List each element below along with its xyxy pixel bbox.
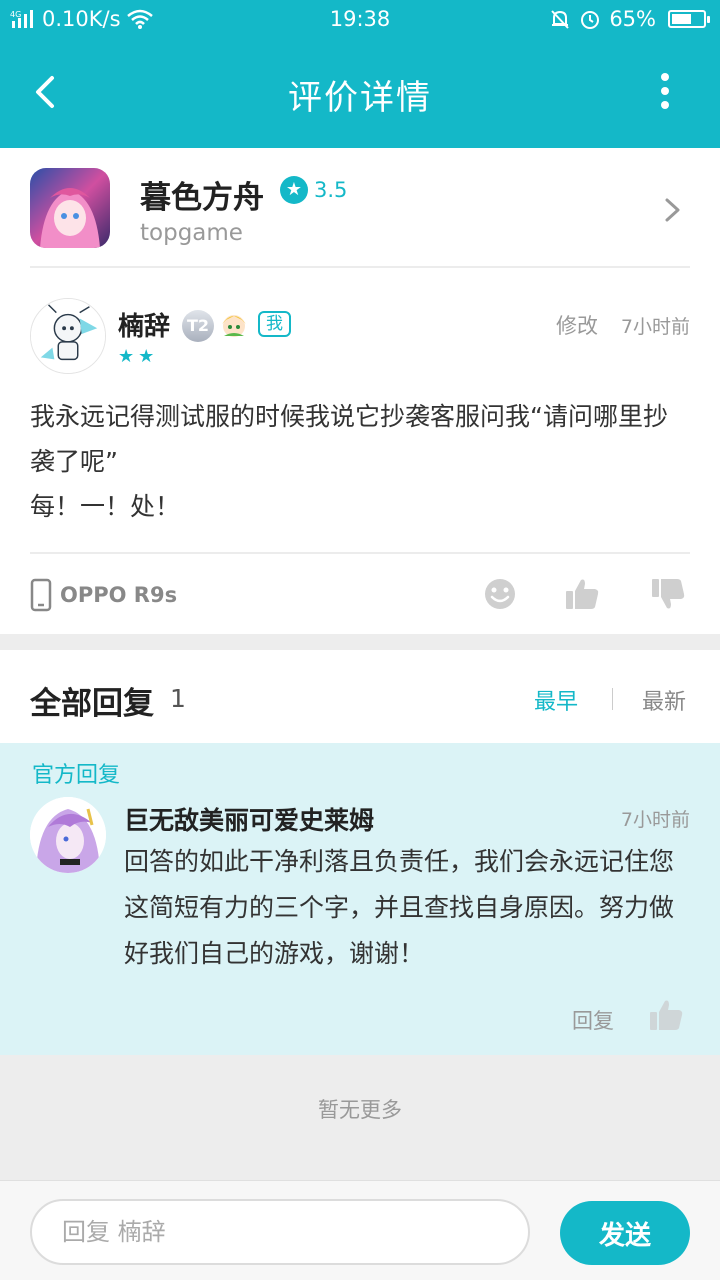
battery-percent: 65% xyxy=(609,7,656,31)
send-button[interactable]: 发送 xyxy=(560,1201,690,1265)
avatar[interactable] xyxy=(30,298,106,374)
me-badge: 我 xyxy=(258,311,291,337)
reply-input[interactable] xyxy=(30,1199,530,1265)
page-title: 评价详情 xyxy=(288,78,432,118)
status-bar: 4G 0.10K/s 19:38 65% xyxy=(0,0,720,40)
app-developer: topgame xyxy=(140,220,243,246)
review-body-line: 每！一！处！ xyxy=(30,492,181,521)
review-card: 暮色方舟 ★ 3.5 topgame 楠辞 T2 我 ★★ 修改 7小时前 我永… xyxy=(0,148,720,634)
app-name: 暮色方舟 xyxy=(140,180,264,216)
replies-count: 1 xyxy=(170,684,186,713)
chevron-right-icon xyxy=(665,198,680,222)
official-time: 7小时前 xyxy=(620,809,690,831)
alarm-icon xyxy=(581,11,600,29)
smiley-icon[interactable] xyxy=(480,574,520,614)
replies-title: 全部回复 xyxy=(30,686,154,722)
phone-icon xyxy=(30,578,52,612)
level-badge: T2 xyxy=(182,310,214,342)
star-icon: ★ xyxy=(280,176,308,204)
title-bar: 评价详情 xyxy=(0,40,720,148)
character-badge-icon xyxy=(222,315,246,337)
status-right: 65% xyxy=(549,7,710,31)
reply-button[interactable]: 回复 xyxy=(572,1005,614,1035)
edit-link[interactable]: 修改 xyxy=(556,310,598,340)
replies-section: 全部回复 1 最早 最新 官方回复 巨无敌美丽可爱史莱姆 7小时前 回答的如此干… xyxy=(0,650,720,1180)
review-body: 我永远记得测试服的时候我说它抄袭客服问我“请问哪里抄袭了呢” 每！一！处！ xyxy=(30,394,690,529)
thumbs-up-icon[interactable] xyxy=(562,574,602,614)
app-info-row[interactable]: 暮色方舟 ★ 3.5 topgame xyxy=(30,168,690,268)
official-name: 巨无敌美丽可爱史莱姆 xyxy=(124,806,375,835)
official-avatar[interactable] xyxy=(30,797,106,873)
review-time: 7小时前 xyxy=(620,316,690,338)
reviewer-name: 楠辞 xyxy=(118,312,171,342)
device-info: OPPO R9s xyxy=(30,578,177,612)
device-name: OPPO R9s xyxy=(60,583,178,607)
replies-header: 全部回复 1 最早 最新 xyxy=(0,650,720,743)
reply-bar: 发送 xyxy=(0,1180,720,1280)
sort-newest-tab[interactable]: 最新 xyxy=(642,684,686,716)
sort-earliest-tab[interactable]: 最早 xyxy=(534,684,578,716)
app-rating: ★ 3.5 xyxy=(280,176,347,204)
more-vertical-icon[interactable] xyxy=(640,66,690,116)
review-stars: ★★ xyxy=(118,346,159,367)
official-reply: 官方回复 巨无敌美丽可爱史莱姆 7小时前 回答的如此干净利落且负责任，我们会永远… xyxy=(0,743,720,1055)
bell-muted-icon xyxy=(551,10,570,29)
thumbs-up-icon[interactable] xyxy=(646,995,686,1035)
review-footer: OPPO R9s xyxy=(30,552,690,634)
battery-fill xyxy=(672,14,692,24)
battery-icon xyxy=(668,10,710,28)
rating-value: 3.5 xyxy=(314,178,348,202)
app-header: 4G 0.10K/s 19:38 65% 评价详情 xyxy=(0,0,720,148)
thumbs-down-icon[interactable] xyxy=(648,574,688,614)
official-body: 回答的如此干净利落且负责任，我们会永远记住您这简短有力的三个字，并且查找自身原因… xyxy=(124,847,675,968)
no-more-text: 暂无更多 xyxy=(318,1098,402,1122)
sort-divider xyxy=(612,688,613,710)
review-body-line: 我永远记得测试服的时候我说它抄袭客服问我“请问哪里抄袭了呢” xyxy=(30,402,668,476)
official-reply-label: 官方回复 xyxy=(32,763,121,788)
app-icon xyxy=(30,168,110,248)
